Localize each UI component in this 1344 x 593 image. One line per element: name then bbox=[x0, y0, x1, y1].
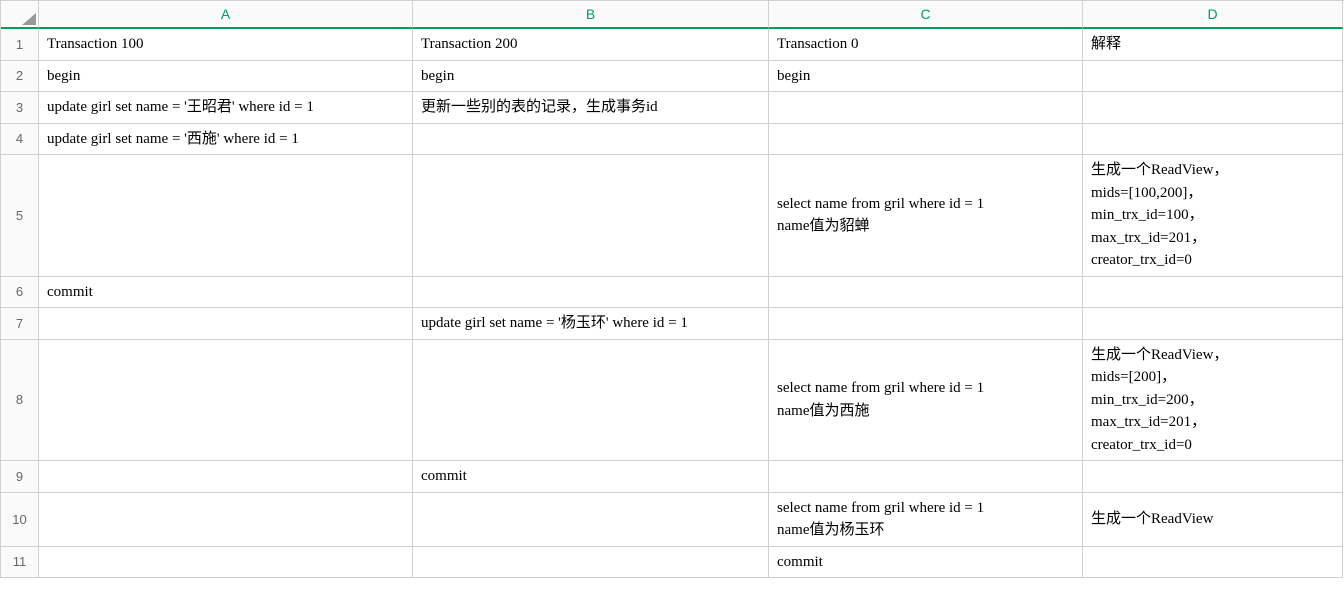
cell-D1[interactable]: 解释 bbox=[1083, 29, 1343, 61]
cell-A7[interactable] bbox=[39, 308, 413, 340]
cell-D7[interactable] bbox=[1083, 308, 1343, 340]
cell-A2[interactable]: begin bbox=[39, 61, 413, 93]
cell-B8[interactable] bbox=[413, 340, 769, 462]
cell-A5[interactable] bbox=[39, 155, 413, 277]
cell-A1[interactable]: Transaction 100 bbox=[39, 29, 413, 61]
row-header-8[interactable]: 8 bbox=[1, 340, 39, 462]
cell-A10[interactable] bbox=[39, 493, 413, 547]
column-header-D[interactable]: D bbox=[1083, 1, 1343, 29]
cell-A3[interactable]: update girl set name = '王昭君' where id = … bbox=[39, 92, 413, 124]
select-all-triangle-icon bbox=[22, 13, 36, 25]
cell-D9[interactable] bbox=[1083, 461, 1343, 493]
cell-C8[interactable]: select name from gril where id = 1 name值… bbox=[769, 340, 1083, 462]
cell-B6[interactable] bbox=[413, 277, 769, 309]
cell-C1[interactable]: Transaction 0 bbox=[769, 29, 1083, 61]
cell-B4[interactable] bbox=[413, 124, 769, 156]
row-header-6[interactable]: 6 bbox=[1, 277, 39, 309]
row-header-7[interactable]: 7 bbox=[1, 308, 39, 340]
row-header-5[interactable]: 5 bbox=[1, 155, 39, 277]
cell-B9[interactable]: commit bbox=[413, 461, 769, 493]
cell-B7[interactable]: update girl set name = '杨玉环' where id = … bbox=[413, 308, 769, 340]
cell-C7[interactable] bbox=[769, 308, 1083, 340]
spreadsheet-grid: A B C D 1 Transaction 100 Transaction 20… bbox=[0, 0, 1344, 578]
cell-B3[interactable]: 更新一些别的表的记录，生成事务id bbox=[413, 92, 769, 124]
cell-C5[interactable]: select name from gril where id = 1 name值… bbox=[769, 155, 1083, 277]
cell-A9[interactable] bbox=[39, 461, 413, 493]
cell-A8[interactable] bbox=[39, 340, 413, 462]
cell-C6[interactable] bbox=[769, 277, 1083, 309]
cell-C9[interactable] bbox=[769, 461, 1083, 493]
cell-D11[interactable] bbox=[1083, 547, 1343, 579]
row-header-4[interactable]: 4 bbox=[1, 124, 39, 156]
cell-D6[interactable] bbox=[1083, 277, 1343, 309]
cell-B11[interactable] bbox=[413, 547, 769, 579]
column-header-B[interactable]: B bbox=[413, 1, 769, 29]
row-header-10[interactable]: 10 bbox=[1, 493, 39, 547]
cell-D10[interactable]: 生成一个ReadView bbox=[1083, 493, 1343, 547]
cell-C10[interactable]: select name from gril where id = 1 name值… bbox=[769, 493, 1083, 547]
cell-B2[interactable]: begin bbox=[413, 61, 769, 93]
cell-B5[interactable] bbox=[413, 155, 769, 277]
cell-C3[interactable] bbox=[769, 92, 1083, 124]
cell-A6[interactable]: commit bbox=[39, 277, 413, 309]
select-all-corner[interactable] bbox=[1, 1, 39, 29]
cell-B1[interactable]: Transaction 200 bbox=[413, 29, 769, 61]
column-header-C[interactable]: C bbox=[769, 1, 1083, 29]
cell-D3[interactable] bbox=[1083, 92, 1343, 124]
cell-C4[interactable] bbox=[769, 124, 1083, 156]
cell-C11[interactable]: commit bbox=[769, 547, 1083, 579]
row-header-9[interactable]: 9 bbox=[1, 461, 39, 493]
column-header-A[interactable]: A bbox=[39, 1, 413, 29]
row-header-3[interactable]: 3 bbox=[1, 92, 39, 124]
row-header-11[interactable]: 11 bbox=[1, 547, 39, 579]
cell-D2[interactable] bbox=[1083, 61, 1343, 93]
cell-D8[interactable]: 生成一个ReadView， mids=[200]， min_trx_id=200… bbox=[1083, 340, 1343, 462]
cell-D4[interactable] bbox=[1083, 124, 1343, 156]
row-header-2[interactable]: 2 bbox=[1, 61, 39, 93]
cell-A11[interactable] bbox=[39, 547, 413, 579]
cell-C2[interactable]: begin bbox=[769, 61, 1083, 93]
cell-A4[interactable]: update girl set name = '西施' where id = 1 bbox=[39, 124, 413, 156]
cell-B10[interactable] bbox=[413, 493, 769, 547]
row-header-1[interactable]: 1 bbox=[1, 29, 39, 61]
cell-D5[interactable]: 生成一个ReadView， mids=[100,200]， min_trx_id… bbox=[1083, 155, 1343, 277]
